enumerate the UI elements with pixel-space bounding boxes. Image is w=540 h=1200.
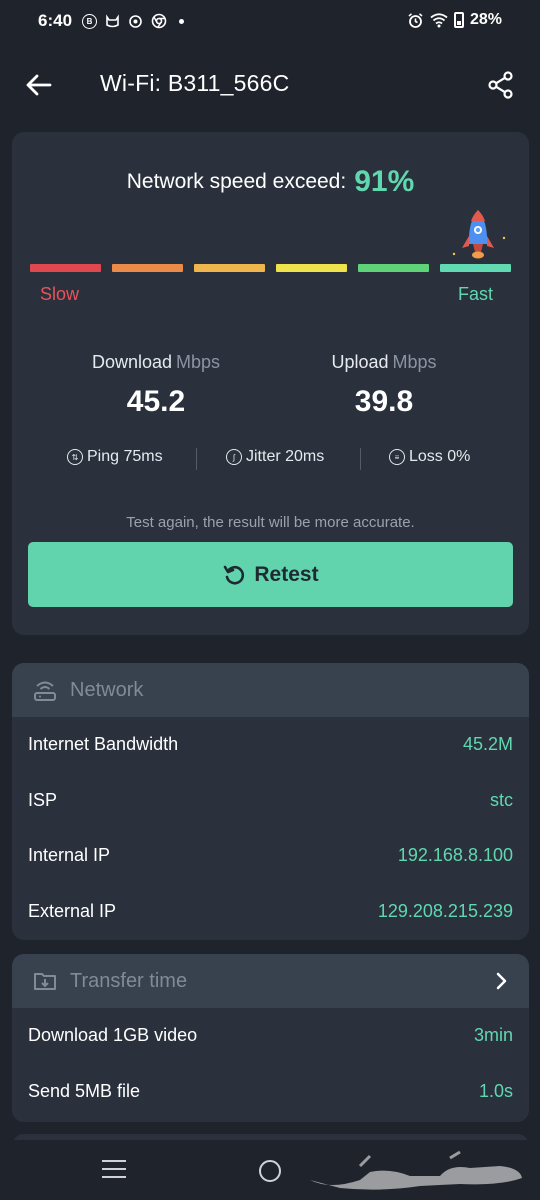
app-bar: Wi-Fi: B311_566C (0, 44, 540, 124)
router-icon (34, 681, 56, 701)
chevron-right-icon[interactable] (491, 971, 511, 991)
loss-icon: ≡ (389, 449, 405, 465)
row-value: 192.168.8.100 (397, 845, 513, 866)
wifi-icon (430, 13, 448, 28)
retest-label: Retest (254, 562, 319, 586)
page-title: Wi-Fi: B311_566C (100, 70, 290, 96)
ping-text: Ping 75ms (87, 448, 163, 465)
transfer-title: Transfer time (70, 969, 188, 992)
jitter-stat: ∫ Jitter 20ms (226, 448, 324, 466)
row-value: 45.2M (462, 734, 513, 755)
row-value: 129.208.215.239 (377, 900, 513, 921)
status-time: 6:40 (38, 11, 73, 30)
network-header: Network (12, 663, 529, 717)
row-label: ISP (28, 789, 58, 810)
scale-slow-label: Slow (40, 284, 80, 304)
speed-scale (30, 264, 511, 272)
speed-exceed-value: 91% (354, 165, 415, 198)
speed-scale-segment (276, 264, 347, 272)
table-row: External IP 129.208.215.239 (12, 884, 529, 940)
table-row: Download 1GB video 3min (12, 1008, 529, 1064)
speed-scale-segment (358, 264, 429, 272)
ping-stat: ⇅ Ping 75ms (67, 448, 163, 466)
folder-download-icon (34, 973, 56, 990)
share-icon[interactable] (484, 68, 518, 102)
refresh-icon (224, 565, 245, 584)
table-row: Internet Bandwidth 45.2M (12, 717, 529, 773)
retest-button[interactable]: Retest (28, 542, 513, 607)
row-label: Internal IP (28, 845, 111, 866)
ping-icon: ⇅ (67, 449, 83, 465)
upload-metric: Upload Mbps 39.8 (284, 352, 484, 419)
loss-stat: ≡ Loss 0% (389, 448, 470, 466)
more-dot-icon (179, 18, 184, 24)
battery-icon (453, 12, 464, 28)
status-bar: 6:40 B 28% (0, 0, 540, 44)
row-label: Send 5MB file (28, 1080, 141, 1101)
table-row: ISP stc (12, 773, 529, 829)
stat-divider (360, 448, 361, 470)
arrow-left-icon[interactable] (22, 68, 56, 102)
row-value: 1.0s (478, 1080, 513, 1101)
transfer-card: Transfer time Download 1GB video 3min Sen… (12, 954, 529, 1122)
watermark-logo (310, 1150, 522, 1190)
download-label: Download (91, 352, 173, 372)
download-metric: Download Mbps 45.2 (56, 352, 256, 419)
upload-unit: Mbps (392, 352, 437, 372)
notification-cat-icon (106, 13, 119, 27)
speed-result-card: Network speed exceed: 91% Slow Fast Downl… (12, 132, 529, 635)
speed-exceed-label: Network speed exceed: (126, 170, 347, 193)
row-value: stc (489, 789, 513, 810)
jitter-icon: ∫ (226, 449, 242, 465)
network-stats: ⇅ Ping 75ms ∫ Jitter 20ms ≡ Loss 0% (12, 448, 529, 472)
upload-label: Upload (331, 352, 389, 372)
rocket-icon (452, 210, 506, 259)
speed-scale-segment (112, 264, 183, 272)
stat-divider (196, 448, 197, 470)
alarm-icon (408, 12, 423, 28)
retest-hint: Test again, the result will be more accu… (126, 514, 415, 531)
row-label: Internet Bandwidth (28, 734, 179, 755)
table-row: Send 5MB file 1.0s (12, 1064, 529, 1120)
scale-fast-label: Fast (458, 284, 494, 304)
row-value: 3min (473, 1025, 513, 1046)
chrome-icon (151, 13, 167, 29)
table-row: Internal IP 192.168.8.100 (12, 828, 529, 884)
speed-scale-segment (194, 264, 265, 272)
row-label: Download 1GB video (28, 1025, 198, 1046)
network-title: Network (70, 678, 144, 701)
upload-value: 39.8 (354, 385, 414, 418)
download-unit: Mbps (176, 352, 221, 372)
speed-exceed: Network speed exceed: 91% (12, 162, 529, 198)
notification-b-icon: B (82, 13, 97, 29)
status-right: 28% (407, 11, 502, 29)
battery-percent: 28% (469, 11, 502, 28)
download-value: 45.2 (126, 385, 186, 418)
network-card: Network Internet Bandwidth 45.2M ISP stc I… (12, 663, 529, 940)
status-left-icons: B (82, 13, 184, 29)
row-label: External IP (28, 900, 117, 921)
speed-scale-segment (30, 264, 101, 272)
transfer-header[interactable]: Transfer time (12, 954, 529, 1008)
notification-gear-icon (129, 14, 142, 28)
recent-apps-icon[interactable] (102, 1160, 126, 1180)
jitter-text: Jitter 20ms (246, 448, 325, 465)
home-button[interactable] (259, 1160, 281, 1182)
loss-text: Loss 0% (409, 448, 471, 465)
system-nav-bar (0, 1140, 540, 1200)
